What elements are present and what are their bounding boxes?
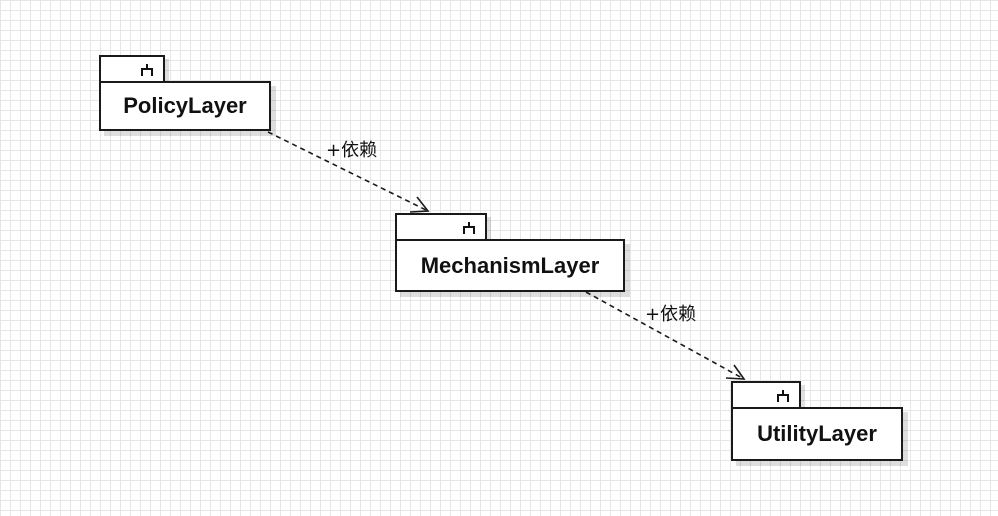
package-tab	[99, 55, 165, 81]
package-body: MechanismLayer	[395, 239, 625, 292]
dependency-label: +依赖	[645, 304, 697, 325]
package-name: MechanismLayer	[420, 252, 600, 278]
package-name: UtilityLayer	[757, 421, 877, 446]
package-mechanism-layer[interactable]: MechanismLayer	[395, 213, 625, 292]
package-tab	[731, 381, 801, 407]
fork-icon	[777, 390, 789, 402]
package-utility-layer[interactable]: UtilityLayer	[731, 381, 903, 461]
package-name: PolicyLayer	[123, 93, 247, 118]
package-tab	[395, 213, 487, 239]
package-body: UtilityLayer	[731, 407, 903, 461]
package-body: PolicyLayer	[99, 81, 271, 131]
fork-icon	[463, 222, 475, 234]
dependency-label: +依赖	[326, 140, 378, 161]
fork-icon	[141, 64, 153, 76]
package-policy-layer[interactable]: PolicyLayer	[99, 55, 271, 132]
diagram-canvas: +依赖 +依赖 PolicyLayer MechanismLayer Utili…	[0, 0, 998, 516]
